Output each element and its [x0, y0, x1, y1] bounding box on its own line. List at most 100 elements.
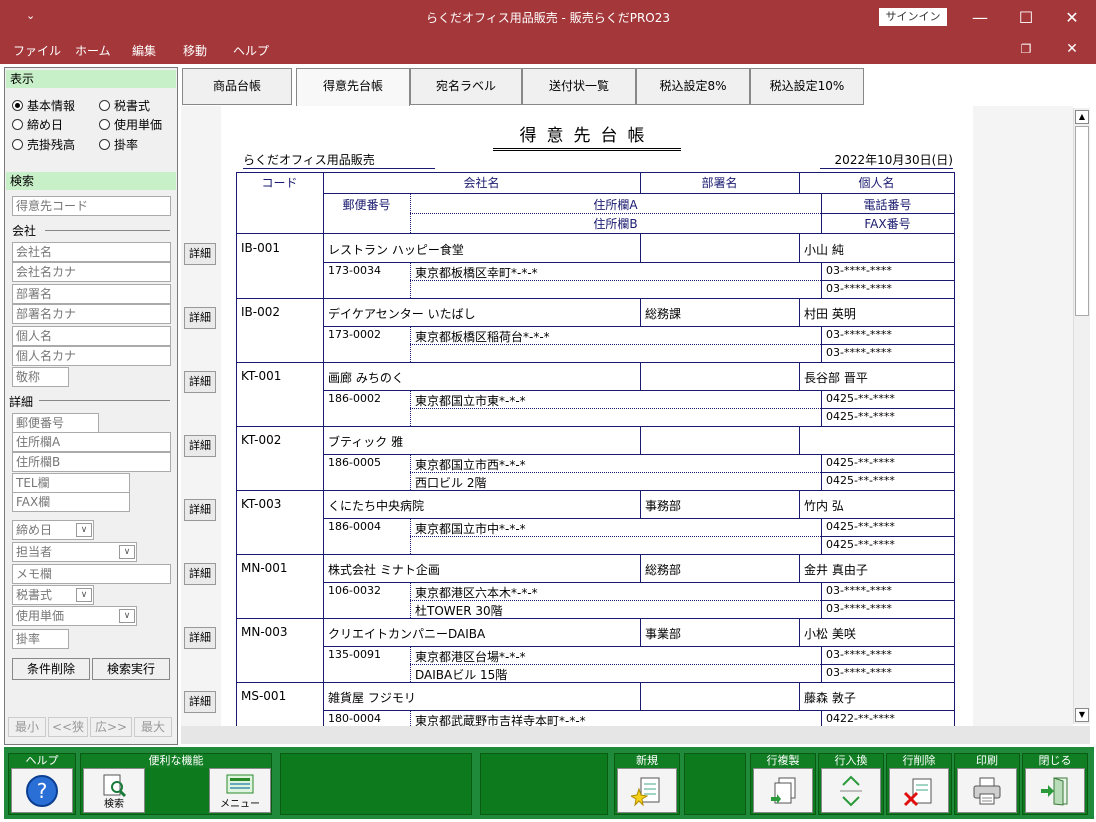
memo-input[interactable]: メモ欄 [12, 564, 171, 584]
help-button[interactable]: ? [11, 768, 73, 813]
addrA-input[interactable]: 住所欄A [12, 432, 171, 452]
title-bar: ⌄ らくだオフィス用品販売 - 販売らくだPRO23 サインイン — ☐ ✕ [0, 0, 1096, 34]
horizontal-bar [181, 726, 1090, 744]
close-icon[interactable]: ✕ [1049, 0, 1095, 34]
printer-icon [973, 777, 1001, 805]
grid-line [410, 213, 821, 214]
detail-button[interactable]: 詳細 [184, 435, 216, 457]
close-button[interactable] [1025, 768, 1085, 813]
print-button[interactable] [957, 768, 1017, 813]
menu-button[interactable]: メニュー [209, 768, 271, 813]
radio-unitprice[interactable]: 使用単価 [99, 116, 162, 133]
help-group: ヘルプ ? [8, 753, 76, 815]
execute-search-button[interactable]: 検索実行 [92, 658, 170, 680]
quick-access-icon[interactable]: ⌄ [26, 9, 35, 22]
clear-conditions-button[interactable]: 条件削除 [12, 658, 90, 680]
detail-button[interactable]: 詳細 [184, 243, 216, 265]
dept-name-input[interactable]: 部署名 [12, 284, 171, 304]
person-kana-input[interactable]: 個人名カナ [12, 346, 171, 366]
addrB-input[interactable]: 住所欄B [12, 452, 171, 472]
scroll-up-icon[interactable]: ▲ [1075, 110, 1089, 124]
display-header: 表示 [6, 70, 176, 88]
company-kana-input[interactable]: 会社名カナ [12, 262, 171, 282]
zoom-wide-button[interactable]: 広>> [90, 717, 132, 737]
dept-kana-input[interactable]: 部署名カナ [12, 304, 171, 324]
radio-basic[interactable]: 基本情報 [12, 97, 75, 114]
detail-button[interactable]: 詳細 [184, 371, 216, 393]
detail-button[interactable]: 詳細 [184, 563, 216, 585]
sheet-margin-right [973, 106, 1073, 726]
rowdel-label: 行削除 [887, 754, 951, 768]
chevron-down-icon[interactable]: ∨ [76, 523, 92, 537]
signin-button[interactable]: サインイン [879, 8, 947, 26]
unit-price-select[interactable]: 使用単価 ∨ [12, 606, 137, 626]
tab-shipping-list[interactable]: 送付状一覧 [522, 68, 636, 105]
tab-tax10[interactable]: 税込設定10% [750, 68, 864, 105]
restore-icon[interactable]: ❐ [1003, 34, 1049, 64]
zip-input[interactable]: 郵便番号 [12, 413, 99, 433]
staff-select[interactable]: 担当者 ∨ [12, 542, 137, 562]
detail-button[interactable]: 詳細 [184, 499, 216, 521]
scroll-thumb[interactable] [1075, 126, 1089, 316]
help-label: ヘルプ [9, 754, 75, 768]
detail-button[interactable]: 詳細 [184, 627, 216, 649]
chevron-down-icon[interactable]: ∨ [76, 588, 92, 602]
radio-rate[interactable]: 掛率 [99, 136, 138, 153]
zoom-max-button[interactable]: 最大 [134, 717, 172, 737]
doc-close-icon[interactable]: ✕ [1049, 34, 1095, 64]
exit-door-icon [1041, 777, 1068, 806]
person-name-input[interactable]: 個人名 [12, 326, 171, 346]
tab-tax8[interactable]: 税込設定8% [636, 68, 750, 105]
header-tel: 電話番号 [863, 198, 912, 212]
company-label: 会社 [12, 224, 37, 238]
zoom-min-button[interactable]: 最小 [8, 717, 46, 737]
tel-input[interactable]: TEL欄 [12, 473, 130, 493]
radio-on-icon [12, 100, 23, 111]
maximize-icon[interactable]: ☐ [1003, 0, 1049, 34]
menu-move[interactable]: 移動 [183, 42, 207, 59]
chevron-down-icon[interactable]: ∨ [119, 545, 135, 559]
customer-code-input[interactable]: 得意先コード [12, 196, 171, 216]
tax-format-select[interactable]: 税書式 ∨ [12, 585, 94, 605]
tab-products[interactable]: 商品台帳 [182, 68, 292, 105]
vertical-scrollbar[interactable]: ▲ ▼ [1073, 108, 1090, 724]
radio-closing[interactable]: 締め日 [12, 116, 63, 133]
sheet-date: 2022年10月30日(日) [820, 151, 953, 169]
detail-button[interactable]: 詳細 [184, 691, 216, 713]
menu-file[interactable]: ファイル [13, 42, 61, 59]
row-copy-button[interactable] [753, 768, 813, 813]
detail-button[interactable]: 詳細 [184, 307, 216, 329]
rowcopy-label: 行複製 [751, 754, 815, 768]
radio-off-icon [99, 100, 110, 111]
divider [39, 400, 170, 401]
empty-group [684, 753, 746, 815]
radio-receivable[interactable]: 売掛残高 [12, 136, 75, 153]
tab-address-label[interactable]: 宛名ラベル [410, 68, 522, 105]
new-label: 新規 [615, 754, 679, 768]
useful-label: 便利な機能 [81, 754, 271, 768]
sheet-tabs: 商品台帳 得意先台帳 宛名ラベル 送付状一覧 税込設定8% 税込設定10% [182, 68, 1082, 106]
search-button[interactable]: 検索 [83, 768, 145, 813]
grid-line [821, 213, 955, 214]
closing-select[interactable]: 締め日 ∨ [12, 520, 94, 540]
header-fax: FAX番号 [864, 217, 911, 231]
minimize-icon[interactable]: — [957, 0, 1003, 34]
header-person: 個人名 [858, 176, 895, 190]
tab-customers[interactable]: 得意先台帳 [296, 68, 410, 106]
rate-input[interactable]: 掛率 [12, 629, 69, 649]
scroll-down-icon[interactable]: ▼ [1075, 708, 1089, 722]
zoom-narrow-button[interactable]: <<狭 [48, 717, 88, 737]
menu-home[interactable]: ホーム [75, 42, 111, 59]
honorific-input[interactable]: 敬称 [12, 367, 69, 387]
row-swap-icon [840, 775, 862, 807]
fax-input[interactable]: FAX欄 [12, 492, 130, 512]
company-name-input[interactable]: 会社名 [12, 242, 171, 262]
row-delete-button[interactable] [889, 768, 949, 813]
chevron-down-icon[interactable]: ∨ [119, 609, 135, 623]
new-button[interactable] [617, 768, 677, 813]
radio-taxformat[interactable]: 税書式 [99, 97, 150, 114]
header-addrA: 住所欄A [593, 198, 638, 212]
menu-edit[interactable]: 編集 [132, 42, 156, 59]
row-swap-button[interactable] [821, 768, 881, 813]
menu-help[interactable]: ヘルプ [233, 42, 269, 59]
